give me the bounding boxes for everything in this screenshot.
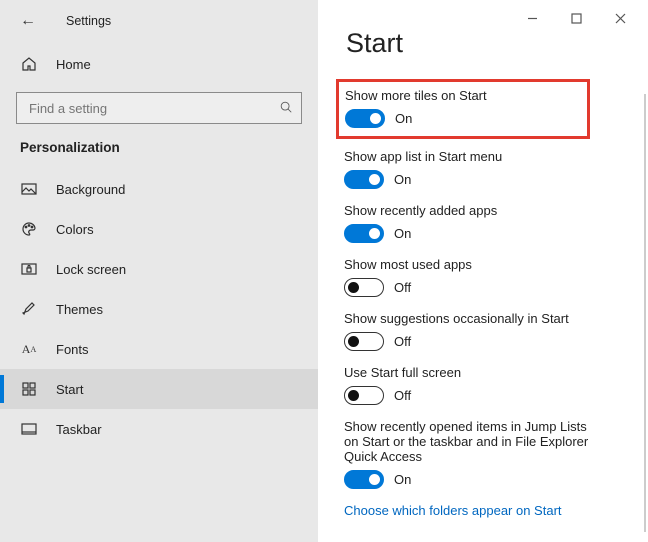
toggle-state: Off	[394, 334, 411, 349]
palette-icon	[20, 220, 38, 238]
option-label: Show app list in Start menu	[344, 149, 622, 164]
scrollbar[interactable]	[644, 94, 646, 532]
nav-label: Colors	[56, 222, 94, 237]
lock-icon	[20, 260, 38, 278]
picture-icon	[20, 180, 38, 198]
option-label: Show recently added apps	[344, 203, 622, 218]
sidebar-item-colors[interactable]: Colors	[0, 209, 318, 249]
toggle-suggestions[interactable]	[344, 332, 384, 351]
option-jumplists: Show recently opened items in Jump Lists…	[344, 419, 622, 489]
option-fullscreen: Use Start full screen Off	[344, 365, 622, 405]
sidebar-item-start[interactable]: Start	[0, 369, 318, 409]
option-label: Show most used apps	[344, 257, 622, 272]
toggle-show-more-tiles[interactable]	[345, 109, 385, 128]
toggle-state: On	[394, 226, 411, 241]
sidebar-item-fonts[interactable]: AA Fonts	[0, 329, 318, 369]
window-controls	[510, 6, 642, 30]
search-wrap	[0, 92, 318, 134]
option-label: Use Start full screen	[344, 365, 622, 380]
close-button[interactable]	[598, 6, 642, 30]
sidebar-item-home[interactable]: Home	[0, 44, 318, 84]
toggle-state: On	[394, 472, 411, 487]
home-label: Home	[56, 57, 91, 72]
option-label: Show suggestions occasionally in Start	[344, 311, 622, 326]
section-label: Personalization	[0, 134, 318, 169]
option-label: Show more tiles on Start	[345, 88, 487, 103]
toggle-state: On	[394, 172, 411, 187]
toggle-state: Off	[394, 388, 411, 403]
search-icon	[279, 100, 293, 117]
search-field[interactable]	[27, 100, 279, 117]
nav-label: Fonts	[56, 342, 89, 357]
start-icon	[20, 380, 38, 398]
sidebar-item-lockscreen[interactable]: Lock screen	[0, 249, 318, 289]
page-title: Start	[346, 28, 622, 59]
app-title: Settings	[40, 14, 111, 28]
option-suggestions: Show suggestions occasionally in Start O…	[344, 311, 622, 351]
option-show-more-tiles: Show more tiles on Start On	[345, 88, 487, 128]
brush-icon	[20, 300, 38, 318]
folders-link[interactable]: Choose which folders appear on Start	[344, 503, 622, 518]
sidebar: ← Settings Home Personalization Backgrou…	[0, 0, 318, 542]
toggle-most-used[interactable]	[344, 278, 384, 297]
minimize-button[interactable]	[510, 6, 554, 30]
toggle-jumplists[interactable]	[344, 470, 384, 489]
option-most-used: Show most used apps Off	[344, 257, 622, 297]
option-label: Show recently opened items in Jump Lists…	[344, 419, 604, 464]
option-app-list: Show app list in Start menu On	[344, 149, 622, 189]
fonts-icon: AA	[20, 340, 38, 358]
sidebar-item-taskbar[interactable]: Taskbar	[0, 409, 318, 449]
back-icon[interactable]: ←	[20, 12, 40, 30]
toggle-recently-added[interactable]	[344, 224, 384, 243]
main-panel: Start Show more tiles on Start On Show a…	[318, 0, 648, 542]
nav-label: Themes	[56, 302, 103, 317]
nav-label: Taskbar	[56, 422, 102, 437]
toggle-app-list[interactable]	[344, 170, 384, 189]
toggle-state: On	[395, 111, 412, 126]
sidebar-item-background[interactable]: Background	[0, 169, 318, 209]
search-input[interactable]	[16, 92, 302, 124]
nav-label: Start	[56, 382, 83, 397]
maximize-button[interactable]	[554, 6, 598, 30]
home-icon	[20, 55, 38, 73]
nav-label: Background	[56, 182, 125, 197]
toggle-state: Off	[394, 280, 411, 295]
nav-list: Background Colors Lock screen Themes AA …	[0, 169, 318, 449]
nav-label: Lock screen	[56, 262, 126, 277]
sidebar-header: ← Settings	[0, 10, 318, 44]
sidebar-item-themes[interactable]: Themes	[0, 289, 318, 329]
taskbar-icon	[20, 420, 38, 438]
toggle-fullscreen[interactable]	[344, 386, 384, 405]
option-recently-added: Show recently added apps On	[344, 203, 622, 243]
highlight-box: Show more tiles on Start On	[336, 79, 590, 139]
